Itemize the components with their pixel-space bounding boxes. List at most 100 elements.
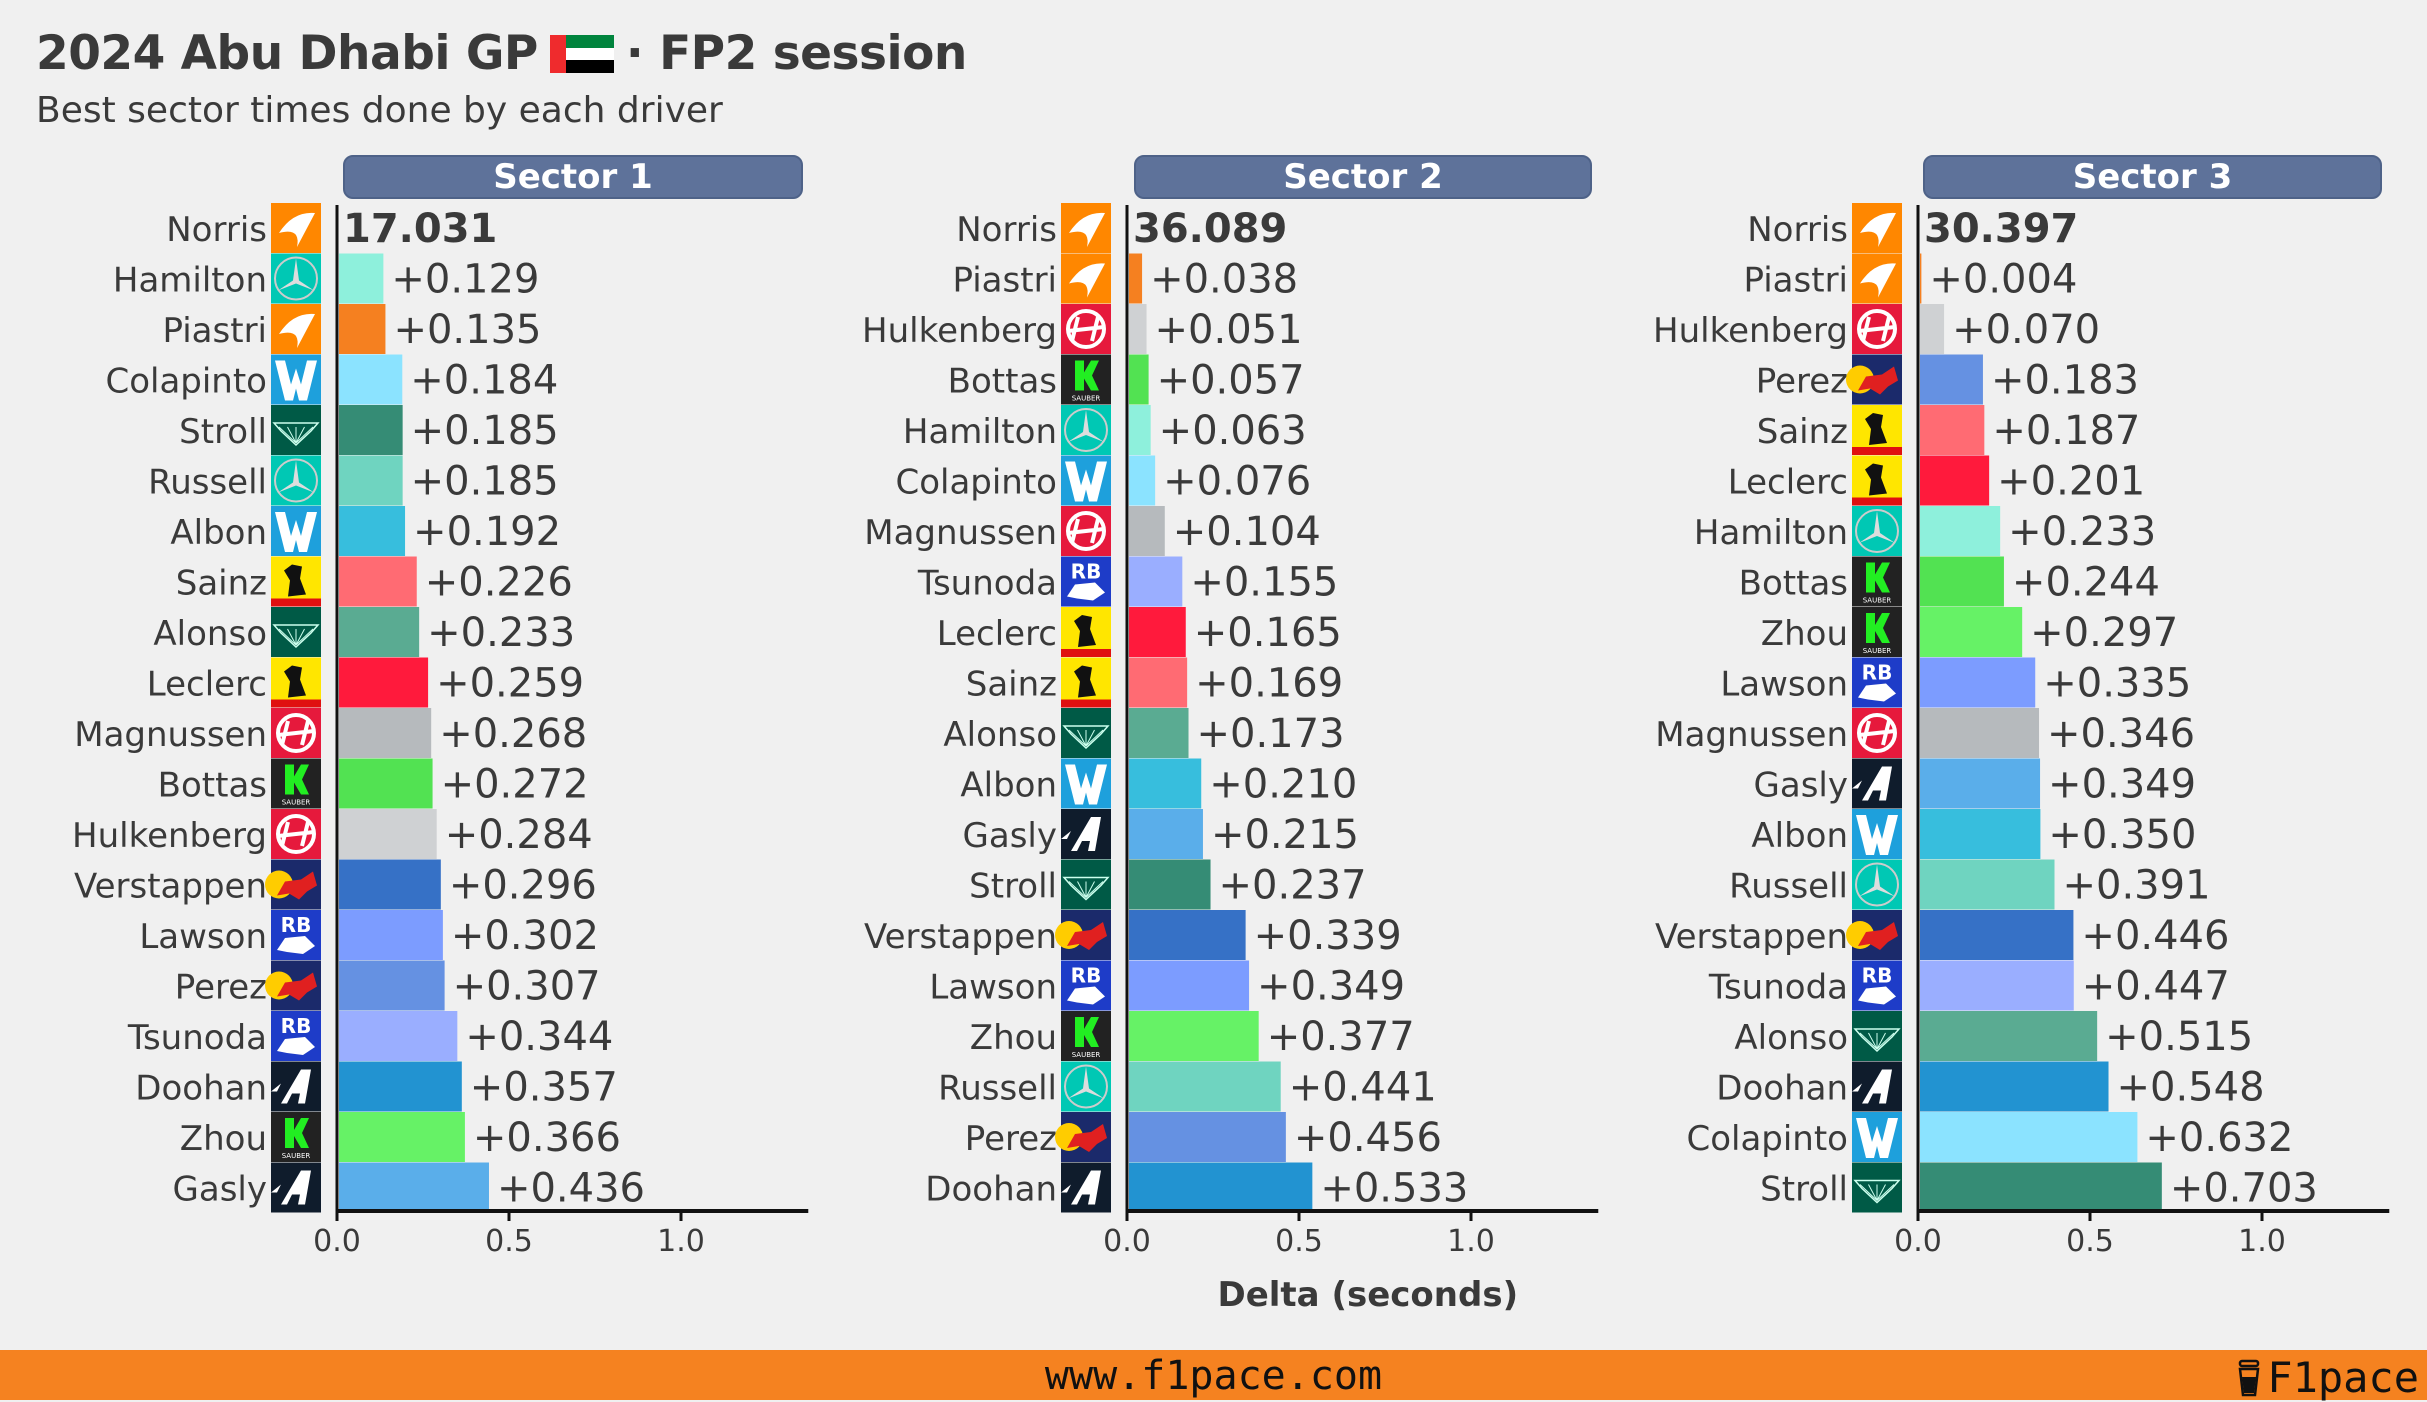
bar-tsunoda: [1129, 556, 1183, 607]
team-logo-red-bull-icon: [1055, 1112, 1111, 1162]
delta-label: +0.233: [2008, 509, 2156, 555]
best-time-label: 17.031: [343, 206, 497, 252]
best-time-label: 36.089: [1133, 206, 1287, 252]
team-logo-ferrari-icon: [1852, 405, 1902, 455]
bar-verstappen: [1920, 910, 2074, 960]
logo-glyph: RB: [1862, 661, 1893, 685]
driver-name-label: Russell: [148, 463, 267, 503]
bar-doohan: [1920, 1061, 2109, 1112]
delta-label: +0.302: [451, 913, 599, 959]
team-logo-ferrari-icon: [1061, 657, 1111, 708]
team-logo-rb-icon: RB: [271, 910, 321, 960]
driver-name-label: Sainz: [1757, 412, 1848, 452]
bar-russell: [1920, 859, 2055, 910]
delta-label: +0.548: [2117, 1065, 2265, 1111]
team-logo-mercedes-icon: [1852, 859, 1902, 910]
team-logo-mercedes-icon: [1061, 1061, 1111, 1112]
bar-tsunoda: [339, 1011, 458, 1061]
driver-name-label: Hulkenberg: [1653, 311, 1848, 351]
driver-name-label: Gasly: [1754, 766, 1848, 806]
delta-label: +0.703: [2170, 1166, 2318, 1212]
driver-name-label: Colapinto: [895, 463, 1057, 503]
logo-glyph: SAUBER: [1863, 597, 1892, 605]
x-tick-label: 1.0: [2238, 1224, 2286, 1259]
team-logo-alpine-icon: [1852, 1061, 1902, 1112]
team-logo-mclaren-icon: [1852, 203, 1902, 253]
team-logo-aston-martin-icon: [1852, 1011, 1902, 1061]
bar-piastri: [339, 304, 386, 354]
driver-name-label: Alonso: [943, 715, 1057, 755]
delta-label: +0.259: [436, 661, 584, 707]
driver-name-label: Colapinto: [1686, 1119, 1848, 1159]
delta-label: +0.165: [1194, 610, 1342, 656]
logo-glyph: SAUBER: [1863, 647, 1892, 655]
driver-name-label: Stroll: [179, 412, 267, 452]
driver-name-label: Sainz: [176, 564, 267, 604]
bar-magnussen: [1920, 708, 2040, 758]
bar-sainz: [1920, 405, 1985, 455]
bar-bottas: [1920, 556, 2004, 607]
team-logo-aston-martin-icon: [1061, 708, 1111, 758]
bar-sainz: [1129, 657, 1188, 708]
delta-label: +0.155: [1190, 560, 1338, 606]
bar-sainz: [339, 556, 417, 607]
driver-name-label: Doohan: [135, 1069, 267, 1109]
driver-name-label: Doohan: [1716, 1069, 1848, 1109]
team-logo-williams-icon: [1852, 1112, 1902, 1162]
bar-zhou: [1129, 1011, 1259, 1061]
x-tick-label: 0.0: [313, 1224, 361, 1259]
delta-label: +0.038: [1150, 257, 1298, 303]
delta-label: +0.215: [1211, 812, 1359, 858]
bar-leclerc: [1920, 455, 1990, 506]
delta-label: +0.284: [445, 812, 593, 858]
delta-label: +0.233: [427, 610, 575, 656]
driver-name-label: Russell: [938, 1069, 1057, 1109]
team-logo-red-bull-icon: [265, 960, 321, 1011]
delta-label: +0.357: [470, 1065, 618, 1111]
team-logo-mclaren-icon: [1061, 203, 1111, 253]
bar-alonso: [1920, 1011, 2098, 1061]
driver-name-label: Zhou: [970, 1018, 1057, 1058]
team-logo-rb-icon: RB: [1061, 960, 1111, 1011]
bar-magnussen: [1129, 506, 1165, 556]
bar-gasly: [1129, 809, 1203, 859]
logo-glyph: [1852, 447, 1902, 455]
driver-name-label: Gasly: [173, 1170, 267, 1210]
x-tick-label: 0.0: [1103, 1224, 1151, 1259]
team-logo-mclaren-icon: [271, 304, 321, 354]
bar-magnussen: [339, 708, 432, 758]
bar-hulkenberg: [339, 809, 437, 859]
bar-colapinto: [1129, 455, 1156, 506]
team-logo-williams-icon: [271, 506, 321, 556]
driver-name-label: Magnussen: [1655, 715, 1848, 755]
team-logo-red-bull-icon: [1846, 354, 1902, 405]
sector-panel-3: Sector 3 30.397 Norris +0.004 Piastri +0.070 H…: [1653, 155, 2390, 1259]
bar-zhou: [339, 1112, 465, 1162]
x-tick-label: 0.0: [1894, 1224, 1942, 1259]
delta-label: +0.268: [439, 711, 587, 757]
delta-label: +0.456: [1294, 1115, 1442, 1161]
logo-glyph: [271, 598, 321, 607]
delta-label: +0.350: [2048, 812, 2196, 858]
team-logo-williams-icon: [1061, 455, 1111, 506]
delta-label: +0.533: [1320, 1166, 1468, 1212]
team-logo-alpine-icon: [1061, 1162, 1111, 1213]
bar-doohan: [339, 1061, 462, 1112]
delta-label: +0.436: [497, 1166, 645, 1212]
driver-name-label: Leclerc: [937, 614, 1057, 654]
footer-url[interactable]: www.f1pace.com: [0, 1353, 2427, 1399]
bar-stroll: [339, 405, 403, 455]
driver-name-label: Hamilton: [113, 261, 267, 301]
team-logo-haas-icon: [1061, 304, 1111, 354]
driver-name-label: Bottas: [1739, 564, 1848, 604]
bar-perez: [1920, 354, 1983, 405]
bar-perez: [1129, 1112, 1286, 1162]
delta-label: +0.366: [473, 1115, 621, 1161]
team-logo-aston-martin-icon: [271, 607, 321, 657]
team-logo-red-bull-icon: [1846, 910, 1902, 960]
bar-hulkenberg: [1129, 304, 1147, 354]
team-logo-alpine-icon: [271, 1061, 321, 1112]
delta-label: +0.446: [2081, 913, 2229, 959]
team-logo-rb-icon: RB: [1852, 960, 1902, 1011]
team-logo-williams-icon: [1061, 758, 1111, 809]
